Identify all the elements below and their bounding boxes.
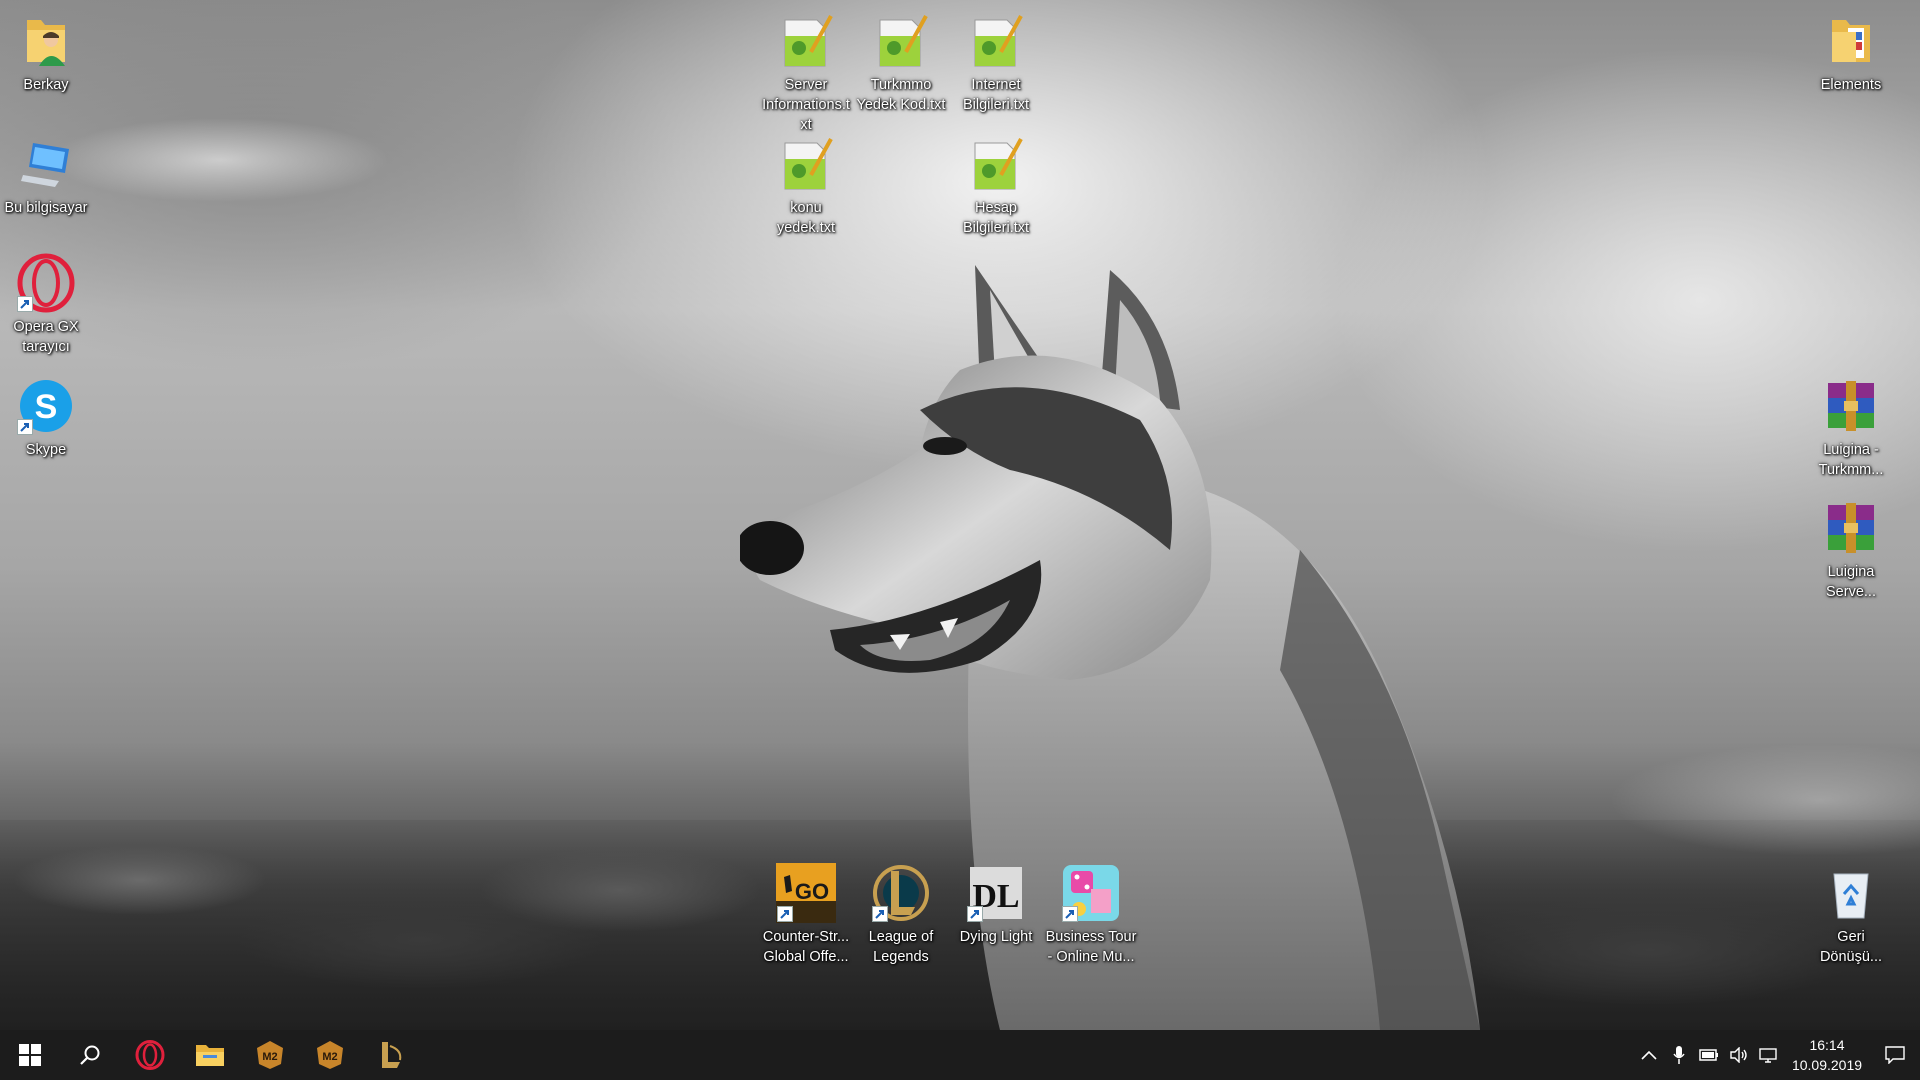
folder-icon — [1820, 10, 1882, 72]
shortcut-arrow-icon — [872, 906, 888, 922]
desktop-icon-label: Hesap Bilgileri.txt — [962, 200, 1030, 236]
taskbar-file-explorer[interactable] — [180, 1030, 240, 1080]
tray-chevron[interactable] — [1634, 1030, 1664, 1080]
notepad-text-file-icon — [870, 10, 932, 72]
action-center-button[interactable] — [1870, 1030, 1920, 1080]
desktop-icon-opera-gx[interactable]: Opera GX tarayıcı — [0, 252, 92, 357]
start-button[interactable] — [0, 1030, 60, 1080]
notepad-text-file-icon — [775, 10, 837, 72]
desktop-icon-label: League of Legends — [868, 929, 934, 965]
taskbar-metin2-1[interactable]: M2 — [240, 1030, 300, 1080]
notepad-text-file-icon — [965, 133, 1027, 195]
desktop-icon-label: Server Informations.txt — [762, 77, 850, 133]
desktop-icon-label: Dying Light — [959, 929, 1033, 945]
business-tour-icon — [1060, 862, 1122, 924]
shortcut-arrow-icon — [777, 906, 793, 922]
svg-text:M2: M2 — [262, 1051, 277, 1063]
desktop-icon-dying-light[interactable]: DL Dying Light — [950, 862, 1042, 947]
desktop-icon-label: Luigina - Turkmm... — [1818, 442, 1884, 478]
desktop-icon-berkay[interactable]: Berkay — [0, 10, 92, 95]
desktop-icon-csgo[interactable]: GO Counter-Str... Global Offe... — [760, 862, 852, 967]
csgo-icon: GO — [775, 862, 837, 924]
clock-date: 10.09.2019 — [1791, 1057, 1863, 1073]
svg-text:S: S — [35, 388, 58, 426]
volume-icon — [1730, 1047, 1747, 1063]
desktop-icon-label: Opera GX tarayıcı — [13, 319, 79, 355]
desktop-icon-recycle-bin[interactable]: Geri Dönüşü... — [1805, 862, 1897, 967]
taskbar-league-of-legends[interactable] — [360, 1030, 420, 1080]
desktop-icon-label: Elements — [1820, 77, 1882, 93]
desktop-icon-label: Bu bilgisayar — [4, 200, 88, 216]
desktop-icon-label: Berkay — [23, 77, 69, 93]
desktop-icon-label: Luigina Serve... — [1826, 564, 1876, 600]
tray-battery[interactable] — [1694, 1030, 1724, 1080]
taskbar-opera-gx[interactable] — [120, 1030, 180, 1080]
taskbar-metin2-2[interactable]: M2 — [300, 1030, 360, 1080]
winrar-archive-icon — [1820, 497, 1882, 559]
shortcut-arrow-icon — [967, 906, 983, 922]
notepad-text-file-icon — [965, 10, 1027, 72]
clock-time: 16:14 — [1809, 1037, 1845, 1053]
desktop-icon-label: Skype — [25, 442, 67, 458]
metin2-icon: M2 — [257, 1041, 283, 1069]
desktop-icon-label: Geri Dönüşü... — [1819, 929, 1883, 965]
shortcut-arrow-icon — [17, 296, 33, 312]
desktop-icon-label: konu yedek.txt — [776, 200, 836, 236]
desktop-icon-luigina-server[interactable]: Luigina Serve... — [1805, 497, 1897, 602]
taskbar-clock[interactable]: 16:14 10.09.2019 — [1784, 1030, 1870, 1080]
tray-network[interactable] — [1754, 1030, 1784, 1080]
shortcut-arrow-icon — [1062, 906, 1078, 922]
user-folder-icon — [15, 10, 77, 72]
league-of-legends-icon — [382, 1042, 402, 1068]
desktop-icon-label: Turkmmo Yedek Kod.txt — [856, 77, 946, 113]
battery-icon — [1699, 1049, 1718, 1061]
desktop-icon-luigina-turkmmo[interactable]: Luigina - Turkmm... — [1805, 375, 1897, 480]
notification-icon — [1885, 1046, 1905, 1064]
desktop-icon-server-informations[interactable]: Server Informations.txt — [760, 10, 852, 135]
desktop-icon-internet-bilgileri[interactable]: Internet Bilgileri.txt — [950, 10, 1042, 115]
desktop-icon-konu-yedek[interactable]: konu yedek.txt — [760, 133, 852, 238]
network-icon — [1759, 1048, 1777, 1063]
notepad-text-file-icon — [775, 133, 837, 195]
desktop-icon-label: Counter-Str... Global Offe... — [762, 929, 850, 965]
recycle-bin-icon — [1820, 862, 1882, 924]
opera-gx-icon — [135, 1040, 165, 1070]
desktop-icon-skype[interactable]: S Skype — [0, 375, 92, 460]
league-of-legends-icon — [870, 862, 932, 924]
desktop-icon-business-tour[interactable]: Business Tour - Online Mu... — [1045, 862, 1137, 967]
start-icon — [19, 1044, 41, 1066]
desktop-icon-elements[interactable]: Elements — [1805, 10, 1897, 95]
opera-gx-icon — [15, 252, 77, 314]
skype-icon: S — [15, 375, 77, 437]
desktop-icon-this-pc[interactable]: Bu bilgisayar — [0, 133, 92, 218]
winrar-archive-icon — [1820, 375, 1882, 437]
taskbar: M2 M2 16:14 10.09.2019 — [0, 1030, 1920, 1080]
svg-text:GO: GO — [795, 879, 829, 904]
search-button[interactable] — [60, 1030, 120, 1080]
shortcut-arrow-icon — [17, 419, 33, 435]
svg-text:M2: M2 — [322, 1051, 337, 1063]
tray-microphone[interactable] — [1664, 1030, 1694, 1080]
computer-icon — [15, 133, 77, 195]
chevron-up-icon — [1641, 1050, 1657, 1060]
desktop-icon-turkmmo-yedek-kod[interactable]: Turkmmo Yedek Kod.txt — [855, 10, 947, 115]
desktop-icon-hesap-bilgileri[interactable]: Hesap Bilgileri.txt — [950, 133, 1042, 238]
microphone-icon — [1673, 1046, 1685, 1064]
desktop-icon-label: Internet Bilgileri.txt — [962, 77, 1030, 113]
file-explorer-icon — [196, 1045, 224, 1066]
metin2-icon: M2 — [317, 1041, 343, 1069]
search-icon — [80, 1045, 100, 1065]
system-tray: 16:14 10.09.2019 — [1634, 1030, 1920, 1080]
tray-volume[interactable] — [1724, 1030, 1754, 1080]
desktop-icon-label: Business Tour - Online Mu... — [1045, 929, 1137, 965]
desktop-icon-league-of-legends[interactable]: League of Legends — [855, 862, 947, 967]
dying-light-icon: DL — [965, 862, 1027, 924]
